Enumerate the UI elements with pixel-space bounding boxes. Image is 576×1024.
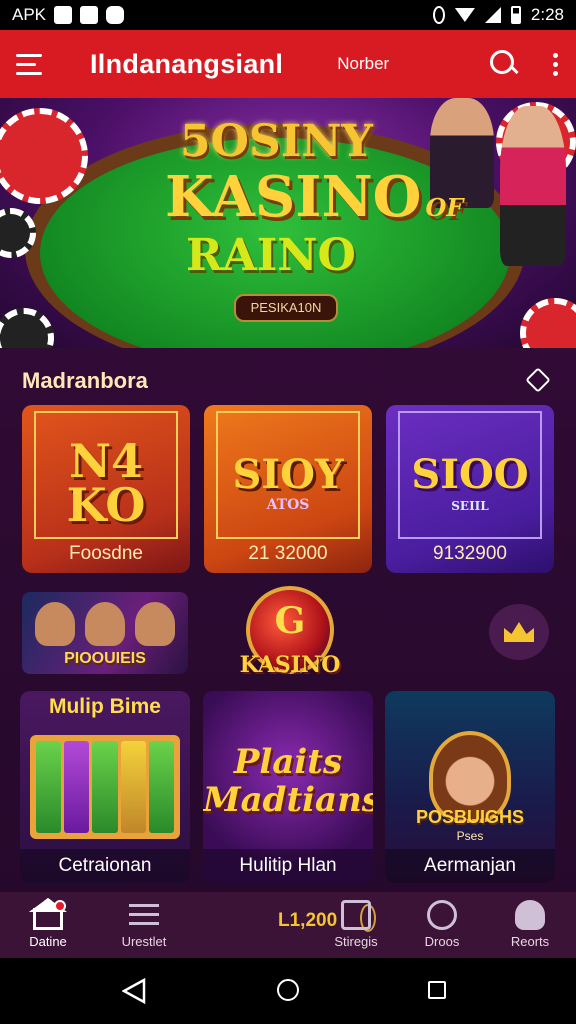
search-icon[interactable] [488, 48, 520, 80]
ghost-icon [515, 900, 545, 930]
dealer-woman-image [500, 106, 566, 266]
notification-icon [54, 6, 73, 24]
logo-label: KASINO [239, 652, 341, 678]
game-card-sub: Pses [456, 829, 484, 843]
alarm-icon [432, 6, 445, 24]
crown-button[interactable] [489, 604, 549, 660]
game-caption: Foosdne [69, 543, 143, 564]
wifi-icon [454, 8, 475, 22]
carrier-label: APK [12, 5, 47, 24]
game-card-caption: Cetraionan [20, 849, 190, 883]
game-logo: SIOY [232, 451, 344, 498]
app-subtitle[interactable]: Norber [337, 54, 389, 74]
game-caption: 9132900 [433, 543, 507, 564]
battery-icon [510, 6, 521, 24]
list-icon [129, 900, 159, 930]
nav-label: Urestlet [121, 934, 167, 949]
game-logo: SIOO [411, 451, 529, 498]
nav-label: Droos [424, 934, 460, 949]
game-logo-sub: ATOS [266, 497, 310, 513]
logo-letter: G [274, 600, 306, 642]
banner-suffix: OF [425, 193, 464, 222]
screen: APK 2:28 Ilndanangsianl Norber 5OSINY KA… [0, 0, 576, 1024]
promo-banner[interactable]: 5OSINY KASINO OF RAINO PESIKA10N [0, 98, 576, 348]
nav-item-reports[interactable]: Reorts [482, 892, 576, 958]
clock: 2:28 [530, 5, 564, 24]
diamond-icon[interactable] [525, 367, 551, 393]
nav-label: Datine [29, 934, 67, 949]
wallet-icon [341, 900, 371, 930]
banner-cta-button[interactable]: PESIKA10N [234, 294, 338, 322]
game-card-title: POSBUIGHS [415, 807, 525, 827]
game-logo-sub: SEIIL [451, 499, 489, 513]
menu-icon[interactable] [16, 46, 52, 82]
blocked-icon [427, 900, 457, 930]
home-circle-icon[interactable] [277, 979, 299, 1001]
nav-item-blocked[interactable]: Droos [394, 892, 490, 958]
message-icon [106, 6, 125, 24]
game-card-caption: Aermanjan [385, 849, 555, 883]
more-options-icon[interactable] [550, 52, 560, 76]
slot-reels-image [30, 735, 180, 839]
game-card[interactable]: Mulip Bime Cetraionan [20, 691, 190, 883]
game-card-caption: Hulitip Hlan [203, 849, 373, 883]
back-icon[interactable] [122, 978, 146, 1004]
poker-chip-icon [520, 298, 576, 348]
banner-headline-3: RAINO [186, 230, 356, 281]
game-tile[interactable]: SIOO SEIIL 9132900 [386, 405, 554, 573]
game-logo: N4 KO [66, 434, 146, 532]
game-tile[interactable]: N4 KO Foosdne [22, 405, 190, 573]
nav-item-wallet[interactable]: Stiregis [308, 892, 404, 958]
poker-chip-icon [0, 308, 54, 348]
game-banner-small[interactable]: PIOOUIEIS [22, 592, 188, 674]
banner-headline-2: KASINO OF [165, 164, 464, 230]
bottom-nav: Datine Urestlet L1,200 Stiregis Droos Re… [0, 892, 576, 958]
status-bar: APK 2:28 [0, 0, 576, 30]
nav-label: Stiregis [334, 934, 378, 949]
game-card-title: Plaits Madtians [203, 742, 373, 820]
app-bar: Ilndanangsianl Norber [0, 30, 576, 98]
recents-icon[interactable] [428, 981, 446, 999]
nav-item-home[interactable]: Datine [0, 892, 96, 958]
section-title: Madranbora [22, 368, 148, 393]
crown-icon [504, 622, 534, 642]
game-card[interactable]: Plaits Madtians Hulitip Hlan [203, 691, 373, 883]
nav-item-list[interactable]: Urestlet [96, 892, 192, 958]
banner-headline-1: 5OSINY [180, 116, 373, 167]
app-title: Ilndanangsianl [90, 48, 284, 79]
nav-label: Reorts [510, 934, 550, 949]
signal-icon [484, 7, 501, 23]
game-label: PIOOUIEIS [64, 650, 146, 667]
game-tile[interactable]: SIOY ATOS 21 32000 [204, 405, 372, 573]
system-nav-bar [0, 958, 576, 1024]
app-notification-icon [80, 6, 99, 24]
players-image [32, 602, 178, 646]
game-card-title: Mulip Bime [48, 695, 161, 718]
game-card[interactable]: POSBUIGHS Pses Aermanjan [385, 691, 555, 883]
kasino-logo[interactable]: G KASINO [240, 584, 340, 680]
game-caption: 21 32000 [248, 543, 328, 564]
notification-badge [54, 900, 66, 912]
